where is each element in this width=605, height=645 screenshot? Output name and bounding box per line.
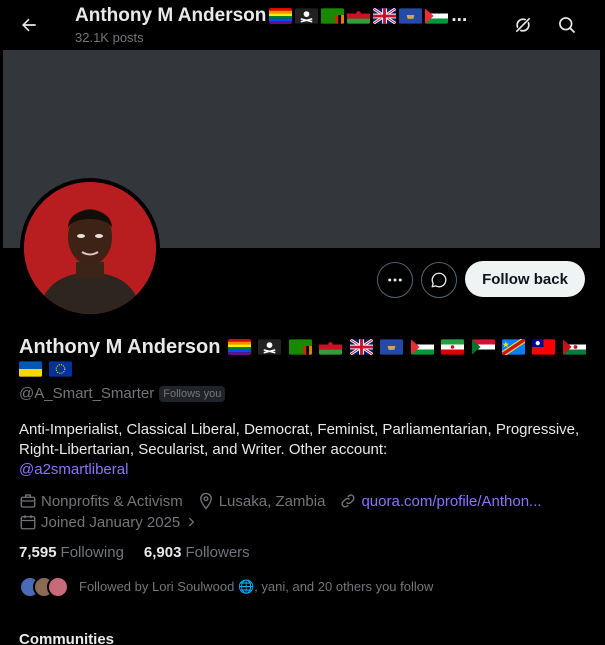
category-item: Nonprofits & Activism	[19, 492, 183, 510]
follows-you-badge: Follows you	[159, 385, 226, 402]
pirate-flag	[295, 8, 319, 24]
message-button[interactable]	[421, 262, 457, 298]
joined-row: Joined January 2025	[19, 513, 216, 531]
profile-handle: @A_Smart_Smarter	[19, 385, 155, 402]
profile-flags-line2	[19, 360, 73, 378]
rainbow-flag	[269, 8, 293, 24]
palestine-flag	[410, 339, 434, 355]
following-stat[interactable]: 7,595 Following	[19, 544, 124, 561]
search-icon	[559, 17, 576, 34]
sudan-flag	[471, 339, 495, 355]
briefcase-icon	[20, 494, 36, 508]
follow-back-button[interactable]: Follow back	[465, 261, 585, 297]
back-button[interactable]	[14, 10, 44, 40]
taiwan-flag	[532, 339, 556, 355]
western-sahara-flag	[562, 339, 586, 355]
post-count: 32.1K posts	[75, 30, 144, 45]
handle-row: @A_Smart_Smarter Follows you	[19, 385, 226, 402]
kosovo-flag	[399, 8, 423, 24]
follower-avatar	[47, 576, 69, 598]
profile-name: Anthony M Anderson	[19, 336, 221, 358]
location-item: Lusaka, Zambia	[197, 492, 326, 510]
following-label: Following	[60, 544, 124, 561]
malawi-flag	[347, 8, 371, 24]
arrow-left-icon	[22, 18, 36, 32]
avatar-image	[24, 182, 156, 314]
followers-stat[interactable]: 6,903 Followers	[144, 544, 250, 561]
profile-name-row: Anthony M Anderson	[19, 335, 589, 359]
ukraine-flag	[19, 361, 42, 377]
palestine-flag	[425, 8, 449, 24]
followers-count: 6,903	[143, 544, 182, 561]
malawi-flag	[319, 339, 343, 355]
iran-flag	[441, 339, 465, 355]
following-count: 7,595	[19, 544, 57, 561]
name-ellipsis: ...	[451, 5, 468, 26]
top-profile-name: Anthony M Anderson	[75, 5, 267, 26]
drc-flag	[502, 339, 525, 355]
top-name-row: Anthony M Anderson ...	[75, 5, 467, 27]
chevron-right-icon	[189, 517, 195, 527]
uk-flag	[349, 339, 373, 355]
rainbow-flag	[227, 339, 251, 355]
followers-label: Followers	[185, 544, 250, 561]
grok-button[interactable]	[508, 10, 538, 40]
message-bubble-icon	[431, 272, 447, 288]
website-link[interactable]: quora.com/profile/Anthon...	[361, 493, 541, 510]
communities-heading: Communities	[19, 631, 115, 645]
top-bar: Anthony M Anderson ... 32.1K posts	[0, 0, 605, 50]
uk-flag	[373, 8, 397, 24]
profile-bio: Anti-Imperialist, Classical Liberal, Dem…	[19, 420, 589, 480]
location-label: Lusaka, Zambia	[218, 492, 326, 510]
followed-by-row[interactable]: Followed by Lori Soulwood 🌐, yani, and 2…	[19, 576, 433, 598]
zambia-flag	[321, 8, 345, 24]
joined-label: Joined January 2025	[41, 513, 181, 531]
bio-mention-link[interactable]: @a2smartliberal	[19, 461, 128, 478]
followed-by-text: Followed by Lori Soulwood 🌐, yani, and 2…	[79, 579, 434, 594]
grok-icon	[515, 17, 531, 33]
more-dots-icon	[388, 278, 402, 282]
search-button[interactable]	[552, 10, 582, 40]
kosovo-flag	[380, 339, 404, 355]
follow-stats: 7,595 Following 6,903 Followers	[19, 544, 270, 561]
avatar[interactable]	[20, 178, 160, 318]
profile-meta-row: Nonprofits & Activism Lusaka, Zambia quo…	[19, 492, 556, 510]
location-pin-icon	[199, 492, 212, 510]
joined-item[interactable]: Joined January 2025	[19, 513, 202, 531]
website-item: quora.com/profile/Anthon...	[339, 492, 542, 510]
eu-flag	[49, 361, 73, 377]
follower-avatars	[19, 576, 71, 598]
zambia-flag	[288, 339, 312, 355]
calendar-icon	[20, 515, 36, 530]
pirate-flag	[258, 339, 282, 355]
bio-text: Anti-Imperialist, Classical Liberal, Dem…	[19, 421, 580, 458]
link-icon	[341, 494, 356, 508]
category-label: Nonprofits & Activism	[41, 492, 183, 510]
more-options-button[interactable]	[377, 262, 413, 298]
